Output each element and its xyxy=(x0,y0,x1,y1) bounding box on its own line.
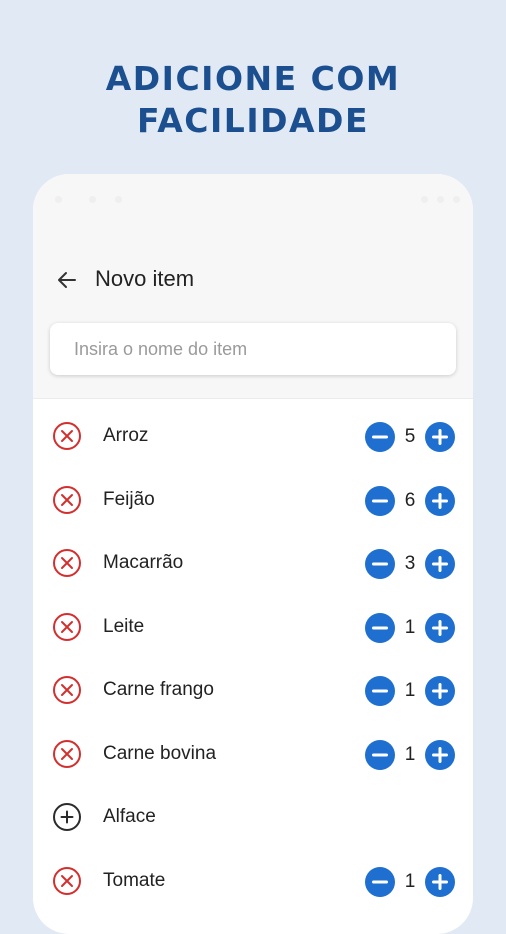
increment-button[interactable] xyxy=(425,485,455,516)
close-circle-icon xyxy=(53,422,81,450)
item-quantity: 1 xyxy=(404,680,416,701)
decrement-button[interactable] xyxy=(365,485,395,516)
status-dot xyxy=(421,196,428,203)
list-item: Alface xyxy=(33,785,473,849)
increment-button[interactable] xyxy=(425,676,455,706)
close-circle-icon xyxy=(53,612,81,641)
item-name: Macarrão xyxy=(103,552,184,573)
list-item: Arroz 5 xyxy=(33,404,473,468)
plus-circle-icon xyxy=(432,619,448,636)
increment-button[interactable] xyxy=(425,549,455,579)
status-dot xyxy=(55,196,62,203)
item-name: Alface xyxy=(103,806,156,827)
search-field xyxy=(50,323,456,375)
item-quantity: 1 xyxy=(404,743,416,765)
minus-circle-icon xyxy=(372,880,388,883)
decrement-button[interactable] xyxy=(365,866,395,897)
item-list: Arroz 5 Feijão 6 Macarrão 3 Leite 1 Carn… xyxy=(33,404,473,912)
item-quantity: 5 xyxy=(404,426,416,447)
plus-circle-icon xyxy=(432,429,448,445)
quantity-stepper: 1 xyxy=(365,676,455,706)
item-name: Carne frango xyxy=(103,679,214,700)
item-quantity: 1 xyxy=(404,870,416,892)
close-circle-icon xyxy=(53,485,81,514)
decrement-button[interactable] xyxy=(365,549,395,579)
remove-item-button[interactable] xyxy=(52,485,82,515)
list-item: Carne frango 1 xyxy=(33,658,473,722)
list-item: Tomate 1 xyxy=(33,849,473,913)
minus-circle-icon xyxy=(372,562,388,566)
item-name: Tomate xyxy=(103,869,166,891)
increment-button[interactable] xyxy=(425,866,455,897)
decrement-button[interactable] xyxy=(365,422,395,452)
decrement-button[interactable] xyxy=(365,612,395,643)
item-name: Carne bovina xyxy=(103,742,217,764)
promo-title-line-1: ADICIONE COM xyxy=(105,59,401,98)
arrow-left-icon xyxy=(58,272,76,288)
list-item: Carne bovina 1 xyxy=(33,722,473,786)
quantity-stepper: 1 xyxy=(365,739,455,770)
close-circle-icon xyxy=(53,549,81,577)
list-item: Leite 1 xyxy=(33,595,473,659)
remove-item-button[interactable] xyxy=(52,612,82,642)
increment-button[interactable] xyxy=(425,612,455,643)
close-circle-icon xyxy=(53,676,81,704)
minus-circle-icon xyxy=(372,435,388,439)
quantity-stepper: 3 xyxy=(365,549,455,579)
status-dot xyxy=(437,196,444,203)
status-dot xyxy=(453,196,460,203)
close-circle-icon xyxy=(53,739,81,768)
plus-circle-icon xyxy=(432,492,448,509)
remove-item-button[interactable] xyxy=(52,421,82,451)
list-item: Macarrão 3 xyxy=(33,531,473,595)
quantity-stepper: 1 xyxy=(365,612,455,643)
minus-circle-icon xyxy=(372,499,388,502)
remove-item-button[interactable] xyxy=(52,739,82,769)
close-circle-icon xyxy=(53,866,81,895)
item-name: Arroz xyxy=(103,425,149,446)
promo-title-line-2: FACILIDADE xyxy=(137,101,369,140)
item-name: Leite xyxy=(103,615,145,637)
app-header: Novo item xyxy=(33,174,473,399)
item-quantity: 3 xyxy=(404,553,416,574)
item-name: Feijão xyxy=(103,488,155,510)
phone-screen: Novo item Arroz 5 xyxy=(33,174,473,934)
minus-circle-icon xyxy=(372,753,388,756)
back-button[interactable] xyxy=(53,266,81,294)
plus-circle-icon xyxy=(432,746,448,763)
minus-circle-icon xyxy=(372,626,388,629)
quantity-stepper: 5 xyxy=(365,422,455,452)
increment-button[interactable] xyxy=(425,739,455,770)
status-bar xyxy=(33,190,473,210)
list-item: Feijão 6 xyxy=(33,468,473,532)
status-dot xyxy=(89,196,96,203)
add-item-button[interactable] xyxy=(52,802,82,832)
plus-circle-icon xyxy=(432,683,448,699)
decrement-button[interactable] xyxy=(365,739,395,770)
increment-button[interactable] xyxy=(425,422,455,452)
remove-item-button[interactable] xyxy=(52,675,82,705)
remove-item-button[interactable] xyxy=(52,866,82,896)
item-name-input[interactable] xyxy=(50,323,456,375)
quantity-stepper: 1 xyxy=(365,866,455,897)
page-title: Novo item xyxy=(95,266,195,291)
remove-item-button[interactable] xyxy=(52,548,82,578)
decrement-button[interactable] xyxy=(365,676,395,706)
item-quantity: 1 xyxy=(404,616,416,638)
promo-title: ADICIONE COM FACILIDADE xyxy=(0,58,506,142)
plus-circle-icon xyxy=(432,873,448,890)
item-quantity: 6 xyxy=(404,489,416,511)
minus-circle-icon xyxy=(372,689,388,693)
quantity-stepper: 6 xyxy=(365,485,455,516)
plus-circle-icon xyxy=(432,556,448,572)
status-dot xyxy=(115,196,122,203)
plus-circle-icon xyxy=(53,803,81,831)
